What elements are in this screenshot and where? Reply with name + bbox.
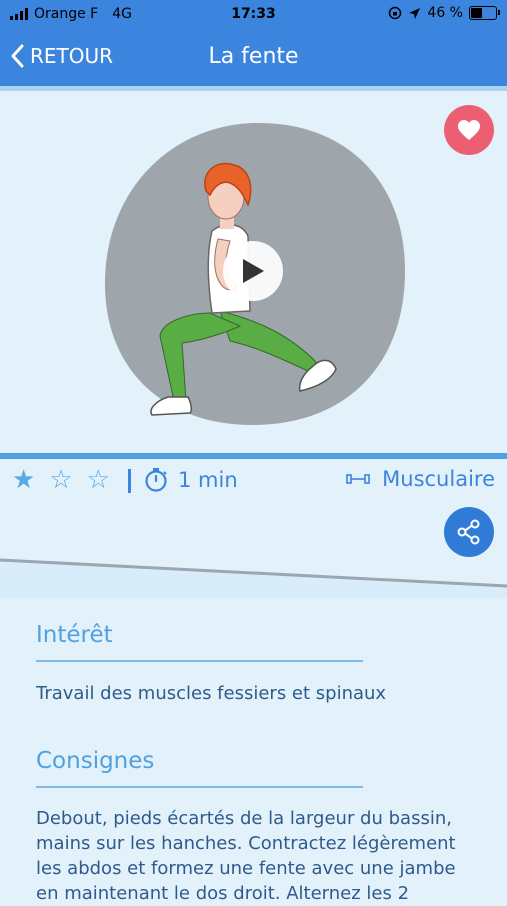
stopwatch-icon	[145, 468, 167, 492]
duration-label: 1 min	[178, 468, 238, 492]
battery-fill	[471, 8, 482, 18]
lock-rotation-icon	[389, 6, 402, 20]
category: Musculaire	[346, 467, 495, 491]
favorite-button[interactable]	[444, 105, 494, 155]
star-empty-icon: ☆	[49, 465, 73, 495]
nav-bar: RETOUR La fente	[0, 28, 507, 86]
chevron-left-icon	[11, 44, 24, 68]
star-filled-icon: ★	[12, 465, 36, 495]
interest-rule	[36, 660, 363, 662]
battery-icon	[469, 6, 500, 20]
heart-icon	[458, 120, 480, 140]
battery-percent: 46 %	[427, 5, 463, 21]
info-separator	[128, 469, 131, 493]
back-label: RETOUR	[30, 44, 114, 68]
difficulty-rating: ★ ☆ ☆	[12, 467, 110, 493]
play-button[interactable]	[223, 241, 283, 301]
location-icon	[409, 7, 421, 19]
play-icon	[243, 259, 264, 283]
figure-front-shoe	[150, 396, 193, 416]
instructions-rule	[36, 786, 363, 788]
instructions-text: Debout, pieds écartés de la largeur du b…	[36, 808, 456, 904]
exercise-info-row: ★ ☆ ☆ 1 min Musculaire	[0, 459, 507, 505]
share-icon	[457, 519, 480, 545]
duration: 1 min	[144, 467, 238, 493]
section-divider	[0, 558, 507, 598]
interest-title: Intérêt	[36, 622, 113, 648]
dumbbell-icon	[346, 474, 370, 484]
interest-text: Travail des muscles fessiers et spinaux	[36, 683, 387, 704]
exercise-hero	[0, 91, 507, 453]
category-label: Musculaire	[382, 467, 495, 491]
instructions-title: Consignes	[36, 748, 155, 774]
back-button[interactable]: RETOUR	[10, 44, 113, 68]
status-right: 46 %	[388, 5, 500, 21]
status-bar: Orange F 4G 17:33 46 %	[0, 0, 507, 28]
star-empty-icon: ☆	[86, 465, 110, 495]
